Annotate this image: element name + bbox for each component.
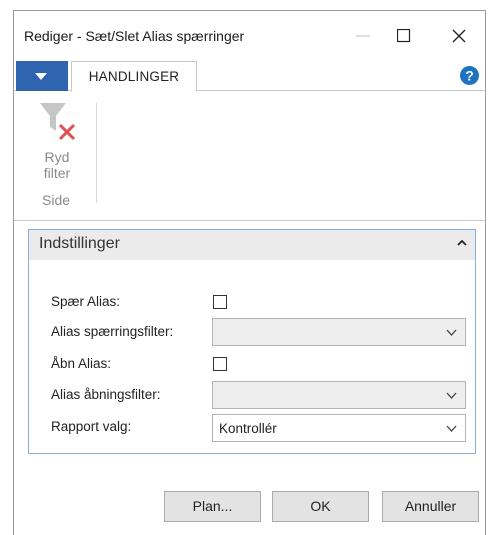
fasttab-indstillinger: Indstillinger Spær Alias: Alias spærring… <box>28 229 476 454</box>
clear-filter-icon <box>40 103 76 141</box>
chevron-down-icon <box>446 425 457 432</box>
svg-text:?: ? <box>465 68 474 84</box>
tab-handlinger[interactable]: HANDLINGER <box>71 61 197 92</box>
label-alias-spaerringsfilter: Alias spærringsfilter: <box>51 324 174 339</box>
label-rapport-valg: Rapport valg: <box>51 419 132 434</box>
close-button[interactable] <box>439 21 479 51</box>
cancel-button[interactable]: Annuller <box>382 491 479 522</box>
maximize-icon <box>397 29 411 43</box>
clear-filter-button[interactable]: Ryd filter <box>34 99 84 181</box>
label-alias-aabningsfilter: Alias åbningsfilter: <box>51 387 161 402</box>
select-alias-spaerringsfilter[interactable] <box>212 318 466 346</box>
plan-button[interactable]: Plan... <box>164 491 261 522</box>
clear-filter-label-line2: filter <box>43 165 71 181</box>
chevron-down-icon <box>446 392 457 399</box>
fasttab-title: Indstillinger <box>39 235 120 252</box>
ribbon-group-label: Side <box>42 192 71 208</box>
select-alias-aabningsfilter[interactable] <box>212 381 466 409</box>
select-rapport-valg-value: Kontrollér <box>219 421 277 436</box>
dialog-window: Rediger - Sæt/Slet Alias spærringer HAND… <box>13 10 486 535</box>
fasttab-header[interactable]: Indstillinger <box>29 230 475 260</box>
help-icon: ? <box>460 66 479 85</box>
collapse-chevron-icon[interactable] <box>457 239 467 246</box>
label-aabn-alias: Åbn Alias: <box>51 356 112 371</box>
minimize-button[interactable] <box>343 21 383 51</box>
chevron-down-icon <box>446 329 457 336</box>
minimize-icon <box>356 35 370 37</box>
close-icon <box>452 29 466 43</box>
checkbox-spaer-alias[interactable] <box>213 295 227 309</box>
ribbon-tab-strip: HANDLINGER ? <box>14 61 485 92</box>
select-rapport-valg[interactable]: Kontrollér <box>212 414 466 442</box>
title-bar: Rediger - Sæt/Slet Alias spærringer <box>14 11 485 61</box>
ok-button[interactable]: OK <box>272 491 369 522</box>
maximize-button[interactable] <box>384 21 424 51</box>
checkbox-aabn-alias[interactable] <box>213 357 227 371</box>
clear-filter-label-line1: Ryd <box>44 149 70 165</box>
label-spaer-alias: Spær Alias: <box>51 294 121 309</box>
app-menu-button[interactable] <box>16 61 68 91</box>
ribbon-separator <box>96 103 97 203</box>
ribbon-panel: Ryd filter Side <box>14 91 485 221</box>
window-title: Rediger - Sæt/Slet Alias spærringer <box>24 28 245 44</box>
dropdown-caret-icon <box>35 73 47 80</box>
help-button[interactable]: ? <box>460 66 479 85</box>
